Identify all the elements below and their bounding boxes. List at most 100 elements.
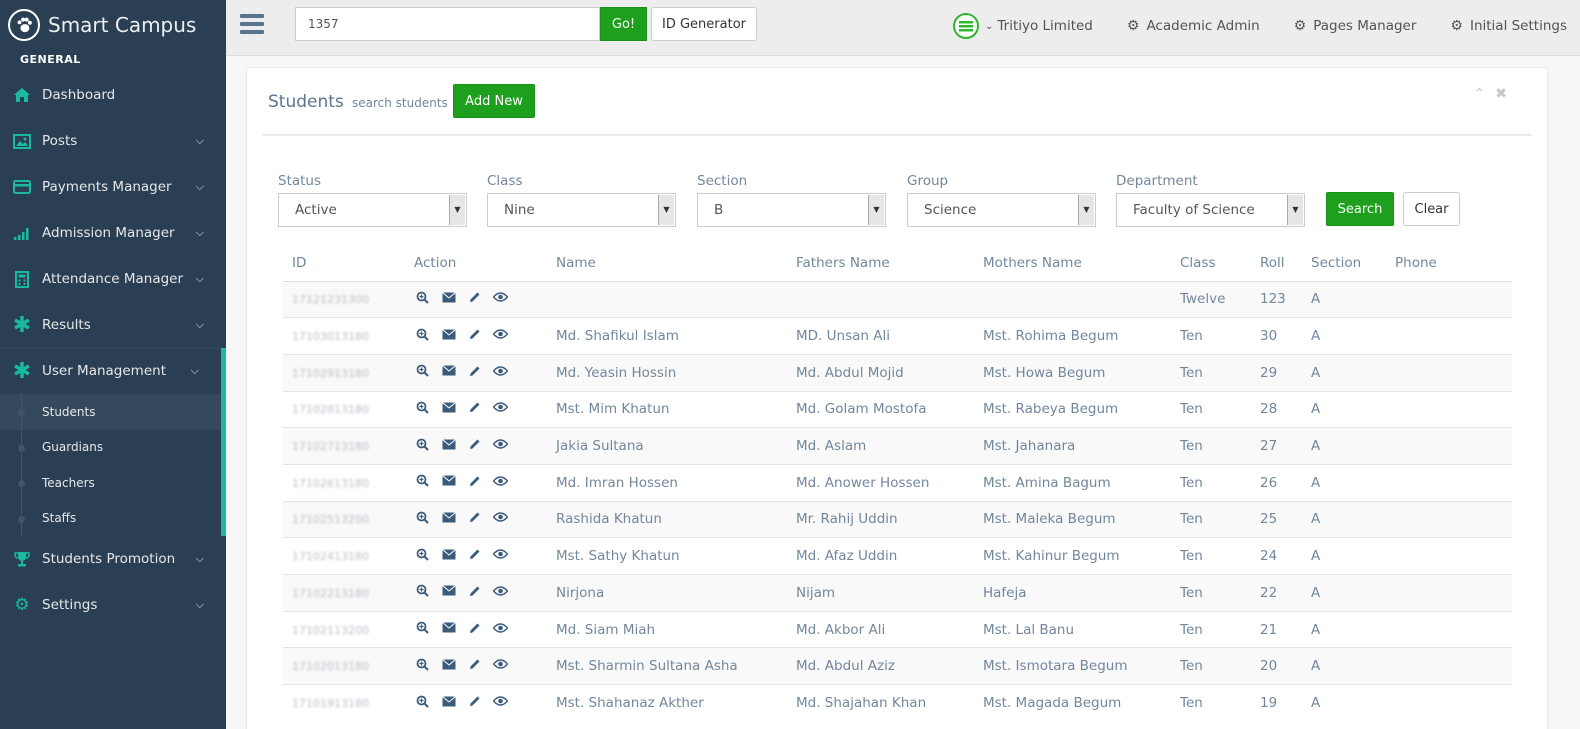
- eye-icon[interactable]: [492, 586, 509, 596]
- pencil-icon[interactable]: [466, 438, 483, 450]
- sidebar-item-dashboard[interactable]: Dashboard: [0, 72, 226, 118]
- envelope-icon[interactable]: [440, 695, 457, 707]
- zoom-icon[interactable]: [414, 474, 431, 487]
- close-icon[interactable]: ✖: [1495, 86, 1507, 102]
- pencil-icon[interactable]: [466, 585, 483, 597]
- section-select[interactable]: B ▼: [697, 193, 886, 227]
- sidebar-subitem-staffs[interactable]: Staffs: [0, 500, 221, 537]
- column-header[interactable]: ID: [283, 245, 405, 282]
- column-header[interactable]: Name: [547, 245, 787, 282]
- department-select[interactable]: Faculty of Science ▼: [1116, 193, 1305, 227]
- eye-icon[interactable]: [492, 549, 509, 559]
- zoom-icon[interactable]: [414, 291, 431, 304]
- sidebar-item-payments-manager[interactable]: Payments Manager ⌵: [0, 164, 226, 210]
- eye-icon[interactable]: [492, 659, 509, 669]
- student-id[interactable]: 17102213180: [292, 587, 369, 600]
- sidebar-subitem-guardians[interactable]: Guardians: [0, 429, 221, 466]
- group-select[interactable]: Science ▼: [907, 193, 1096, 227]
- zoom-icon[interactable]: [414, 584, 431, 598]
- eye-icon[interactable]: [492, 439, 509, 449]
- zoom-icon[interactable]: [414, 401, 431, 414]
- student-id[interactable]: 17102713180: [292, 440, 369, 453]
- collapse-icon[interactable]: ⌃: [1474, 86, 1486, 102]
- student-id[interactable]: 17102513200: [292, 513, 369, 526]
- zoom-icon[interactable]: [414, 548, 431, 561]
- envelope-icon[interactable]: [440, 585, 457, 596]
- brand[interactable]: Smart Campus: [0, 0, 226, 50]
- pencil-icon[interactable]: [466, 511, 483, 523]
- column-header[interactable]: Mothers Name: [974, 245, 1171, 282]
- zoom-icon[interactable]: [414, 658, 431, 671]
- menu-toggle-icon[interactable]: [240, 14, 264, 34]
- zoom-icon[interactable]: [414, 364, 431, 377]
- eye-icon[interactable]: [492, 512, 509, 523]
- pencil-icon[interactable]: [466, 695, 483, 707]
- eye-icon[interactable]: [492, 366, 509, 376]
- eye-icon[interactable]: [492, 292, 509, 303]
- envelope-icon[interactable]: [440, 328, 457, 340]
- sidebar-item-user-management[interactable]: ✱ User Management ⌵: [0, 348, 226, 394]
- zoom-icon[interactable]: [414, 511, 431, 524]
- search-button[interactable]: Search: [1326, 192, 1394, 226]
- pencil-icon[interactable]: [466, 548, 483, 560]
- class-select[interactable]: Nine ▼: [487, 193, 676, 227]
- envelope-icon[interactable]: [440, 438, 457, 450]
- column-header[interactable]: Phone: [1386, 245, 1512, 282]
- column-header[interactable]: Fathers Name: [787, 245, 974, 282]
- eye-icon[interactable]: [492, 476, 509, 486]
- eye-icon[interactable]: [492, 402, 509, 413]
- sidebar-item-students-promotion[interactable]: Students Promotion ⌵: [0, 536, 226, 582]
- initial-settings-link[interactable]: ⚙ Initial Settings: [1450, 18, 1567, 34]
- student-id[interactable]: 17103013180: [292, 330, 369, 343]
- envelope-icon[interactable]: [440, 512, 457, 523]
- academic-admin-link[interactable]: ⚙ Academic Admin: [1127, 18, 1260, 34]
- sidebar-subitem-teachers[interactable]: Teachers: [0, 465, 221, 501]
- envelope-icon[interactable]: [440, 658, 457, 670]
- sidebar-item-posts[interactable]: Posts ⌵: [0, 118, 226, 164]
- go-button[interactable]: Go!: [600, 7, 647, 41]
- envelope-icon[interactable]: [440, 475, 457, 486]
- pencil-icon[interactable]: [466, 622, 483, 634]
- pencil-icon[interactable]: [466, 291, 483, 303]
- envelope-icon[interactable]: [440, 622, 457, 633]
- sidebar-subitem-students[interactable]: Students: [0, 394, 221, 430]
- column-header[interactable]: Section: [1302, 245, 1386, 282]
- eye-icon[interactable]: [492, 622, 509, 633]
- add-new-button[interactable]: Add New: [453, 84, 535, 118]
- search-input[interactable]: 1357: [295, 7, 600, 41]
- column-header[interactable]: Class: [1171, 245, 1251, 282]
- sidebar-item-admission-manager[interactable]: Admission Manager ⌵: [0, 210, 226, 256]
- pencil-icon[interactable]: [466, 328, 483, 340]
- pencil-icon[interactable]: [466, 475, 483, 487]
- column-header[interactable]: Roll: [1251, 245, 1302, 282]
- zoom-icon[interactable]: [414, 328, 431, 341]
- student-id[interactable]: 17102613180: [292, 477, 369, 490]
- pencil-icon[interactable]: [466, 401, 483, 413]
- status-select[interactable]: Active ▼: [278, 193, 467, 227]
- zoom-icon[interactable]: [414, 621, 431, 634]
- student-id[interactable]: 17102813180: [292, 403, 369, 416]
- eye-icon[interactable]: [492, 329, 509, 339]
- eye-icon[interactable]: [492, 696, 509, 706]
- student-id[interactable]: 17102013180: [292, 660, 369, 673]
- org-dropdown[interactable]: ⌄ Tritiyo Limited: [952, 13, 1093, 39]
- student-id[interactable]: 17101913180: [292, 697, 369, 710]
- envelope-icon[interactable]: [440, 402, 457, 413]
- sidebar-item-attendance-manager[interactable]: Attendance Manager ⌵: [0, 256, 226, 302]
- envelope-icon[interactable]: [440, 365, 457, 376]
- column-header[interactable]: Action: [405, 245, 547, 282]
- pages-manager-link[interactable]: ⚙ Pages Manager: [1294, 18, 1417, 34]
- zoom-icon[interactable]: [414, 695, 431, 708]
- student-id[interactable]: 17102913180: [292, 367, 369, 380]
- sidebar-item-settings[interactable]: ⚙ Settings ⌵: [0, 582, 226, 628]
- pencil-icon[interactable]: [466, 365, 483, 377]
- zoom-icon[interactable]: [414, 438, 431, 451]
- envelope-icon[interactable]: [440, 291, 457, 303]
- student-id[interactable]: 17102113200: [292, 624, 369, 637]
- pencil-icon[interactable]: [466, 658, 483, 670]
- sidebar-item-results[interactable]: ✱ Results ⌵: [0, 302, 226, 348]
- id-generator-button[interactable]: ID Generator: [651, 7, 757, 41]
- envelope-icon[interactable]: [440, 548, 457, 560]
- student-id[interactable]: 17121231300: [292, 293, 369, 306]
- student-id[interactable]: 17102413180: [292, 550, 369, 563]
